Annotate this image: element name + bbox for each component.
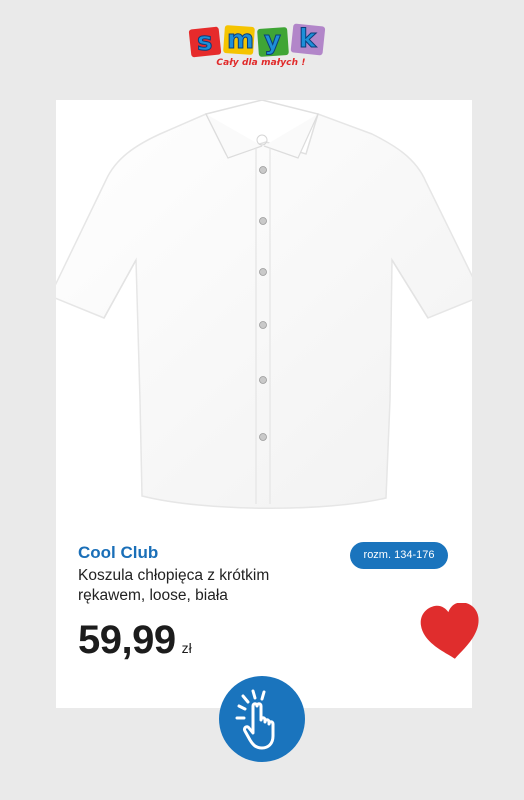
product-title[interactable]: Koszula chłopięca z krótkim rękawem, loo… — [78, 566, 338, 606]
tap-hand-icon — [235, 689, 275, 750]
logo-letter-y: y — [264, 26, 281, 56]
price-currency: zł — [181, 640, 192, 656]
product-card[interactable]: Cool Club rozm. 134-176 Koszula chłopięc… — [48, 99, 484, 708]
smyk-logo: s m y k Cały dla małych ! — [188, 22, 334, 74]
price-row: 59,99 zł — [78, 618, 192, 666]
white-shirt-image[interactable] — [48, 99, 484, 520]
tap-button[interactable] — [219, 676, 305, 762]
logo-tagline: Cały dla małych ! — [216, 58, 306, 68]
heart-icon[interactable] — [420, 602, 482, 661]
logo-letter-m: m — [227, 25, 254, 55]
product-price: 59,99 — [78, 618, 176, 662]
logo-letter-s: s — [197, 27, 212, 57]
logo-letter-k: k — [299, 24, 317, 54]
size-badge: rozm. 134-176 — [350, 542, 448, 569]
product-brand[interactable]: Cool Club — [78, 543, 158, 563]
